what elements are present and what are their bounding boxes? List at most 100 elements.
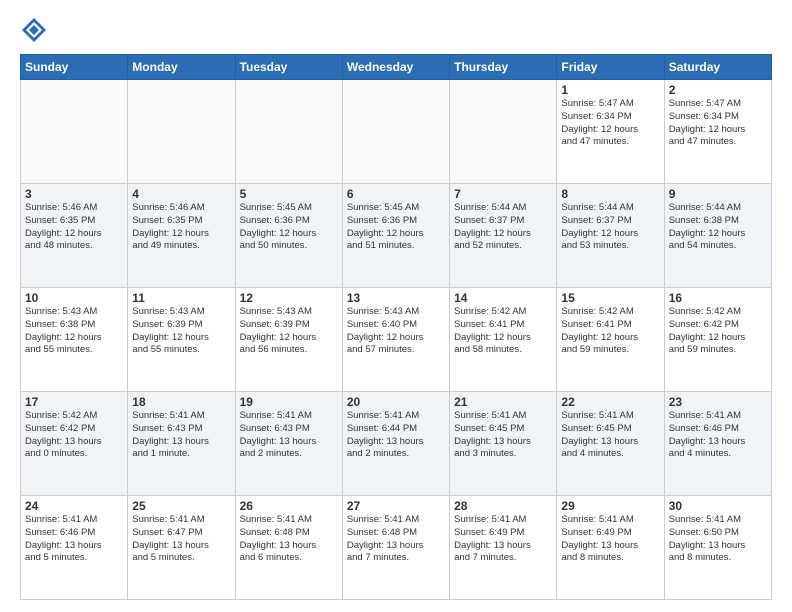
day-info: Sunrise: 5:43 AMSunset: 6:39 PMDaylight:… [240,306,338,357]
day-cell: 1Sunrise: 5:47 AMSunset: 6:34 PMDaylight… [557,80,664,184]
day-cell [342,80,449,184]
day-info: Sunrise: 5:41 AMSunset: 6:49 PMDaylight:… [561,514,659,565]
day-number: 27 [347,499,445,513]
weekday-header-saturday: Saturday [664,55,771,80]
day-cell: 16Sunrise: 5:42 AMSunset: 6:42 PMDayligh… [664,288,771,392]
day-info: Sunrise: 5:41 AMSunset: 6:47 PMDaylight:… [132,514,230,565]
day-number: 22 [561,395,659,409]
weekday-header-tuesday: Tuesday [235,55,342,80]
day-number: 13 [347,291,445,305]
day-cell: 22Sunrise: 5:41 AMSunset: 6:45 PMDayligh… [557,392,664,496]
day-cell: 5Sunrise: 5:45 AMSunset: 6:36 PMDaylight… [235,184,342,288]
day-info: Sunrise: 5:41 AMSunset: 6:45 PMDaylight:… [454,410,552,461]
day-cell: 3Sunrise: 5:46 AMSunset: 6:35 PMDaylight… [21,184,128,288]
day-number: 28 [454,499,552,513]
day-cell: 8Sunrise: 5:44 AMSunset: 6:37 PMDaylight… [557,184,664,288]
day-info: Sunrise: 5:46 AMSunset: 6:35 PMDaylight:… [132,202,230,253]
weekday-header-row: SundayMondayTuesdayWednesdayThursdayFrid… [21,55,772,80]
calendar-table: SundayMondayTuesdayWednesdayThursdayFrid… [20,54,772,600]
day-info: Sunrise: 5:41 AMSunset: 6:46 PMDaylight:… [669,410,767,461]
week-row-3: 10Sunrise: 5:43 AMSunset: 6:38 PMDayligh… [21,288,772,392]
day-number: 14 [454,291,552,305]
day-number: 29 [561,499,659,513]
weekday-header-thursday: Thursday [450,55,557,80]
day-info: Sunrise: 5:42 AMSunset: 6:42 PMDaylight:… [669,306,767,357]
day-info: Sunrise: 5:41 AMSunset: 6:50 PMDaylight:… [669,514,767,565]
day-cell: 10Sunrise: 5:43 AMSunset: 6:38 PMDayligh… [21,288,128,392]
weekday-header-friday: Friday [557,55,664,80]
day-info: Sunrise: 5:41 AMSunset: 6:44 PMDaylight:… [347,410,445,461]
day-cell: 30Sunrise: 5:41 AMSunset: 6:50 PMDayligh… [664,496,771,600]
day-cell: 23Sunrise: 5:41 AMSunset: 6:46 PMDayligh… [664,392,771,496]
header [20,16,772,44]
day-info: Sunrise: 5:41 AMSunset: 6:48 PMDaylight:… [347,514,445,565]
day-number: 6 [347,187,445,201]
day-cell: 15Sunrise: 5:42 AMSunset: 6:41 PMDayligh… [557,288,664,392]
day-info: Sunrise: 5:47 AMSunset: 6:34 PMDaylight:… [669,98,767,149]
day-info: Sunrise: 5:42 AMSunset: 6:41 PMDaylight:… [561,306,659,357]
day-number: 9 [669,187,767,201]
day-info: Sunrise: 5:47 AMSunset: 6:34 PMDaylight:… [561,98,659,149]
day-number: 7 [454,187,552,201]
day-number: 25 [132,499,230,513]
logo-icon [20,16,48,44]
day-cell: 26Sunrise: 5:41 AMSunset: 6:48 PMDayligh… [235,496,342,600]
day-cell: 28Sunrise: 5:41 AMSunset: 6:49 PMDayligh… [450,496,557,600]
day-cell: 6Sunrise: 5:45 AMSunset: 6:36 PMDaylight… [342,184,449,288]
day-number: 21 [454,395,552,409]
day-number: 4 [132,187,230,201]
day-info: Sunrise: 5:41 AMSunset: 6:43 PMDaylight:… [132,410,230,461]
day-info: Sunrise: 5:41 AMSunset: 6:43 PMDaylight:… [240,410,338,461]
day-cell [21,80,128,184]
week-row-1: 1Sunrise: 5:47 AMSunset: 6:34 PMDaylight… [21,80,772,184]
day-info: Sunrise: 5:41 AMSunset: 6:46 PMDaylight:… [25,514,123,565]
day-number: 19 [240,395,338,409]
day-number: 10 [25,291,123,305]
day-info: Sunrise: 5:43 AMSunset: 6:38 PMDaylight:… [25,306,123,357]
day-info: Sunrise: 5:41 AMSunset: 6:48 PMDaylight:… [240,514,338,565]
week-row-5: 24Sunrise: 5:41 AMSunset: 6:46 PMDayligh… [21,496,772,600]
day-cell: 11Sunrise: 5:43 AMSunset: 6:39 PMDayligh… [128,288,235,392]
day-number: 12 [240,291,338,305]
day-cell: 4Sunrise: 5:46 AMSunset: 6:35 PMDaylight… [128,184,235,288]
day-number: 24 [25,499,123,513]
day-cell: 7Sunrise: 5:44 AMSunset: 6:37 PMDaylight… [450,184,557,288]
day-number: 26 [240,499,338,513]
weekday-header-sunday: Sunday [21,55,128,80]
day-info: Sunrise: 5:44 AMSunset: 6:37 PMDaylight:… [454,202,552,253]
day-info: Sunrise: 5:44 AMSunset: 6:37 PMDaylight:… [561,202,659,253]
day-number: 16 [669,291,767,305]
day-cell: 12Sunrise: 5:43 AMSunset: 6:39 PMDayligh… [235,288,342,392]
day-number: 18 [132,395,230,409]
day-cell: 13Sunrise: 5:43 AMSunset: 6:40 PMDayligh… [342,288,449,392]
logo [20,16,52,44]
day-cell: 17Sunrise: 5:42 AMSunset: 6:42 PMDayligh… [21,392,128,496]
day-info: Sunrise: 5:45 AMSunset: 6:36 PMDaylight:… [347,202,445,253]
day-number: 8 [561,187,659,201]
day-info: Sunrise: 5:42 AMSunset: 6:42 PMDaylight:… [25,410,123,461]
day-cell: 14Sunrise: 5:42 AMSunset: 6:41 PMDayligh… [450,288,557,392]
day-cell: 29Sunrise: 5:41 AMSunset: 6:49 PMDayligh… [557,496,664,600]
week-row-4: 17Sunrise: 5:42 AMSunset: 6:42 PMDayligh… [21,392,772,496]
weekday-header-wednesday: Wednesday [342,55,449,80]
day-info: Sunrise: 5:41 AMSunset: 6:49 PMDaylight:… [454,514,552,565]
day-number: 3 [25,187,123,201]
day-cell: 18Sunrise: 5:41 AMSunset: 6:43 PMDayligh… [128,392,235,496]
day-number: 20 [347,395,445,409]
day-cell: 2Sunrise: 5:47 AMSunset: 6:34 PMDaylight… [664,80,771,184]
day-cell: 27Sunrise: 5:41 AMSunset: 6:48 PMDayligh… [342,496,449,600]
day-number: 15 [561,291,659,305]
day-cell: 25Sunrise: 5:41 AMSunset: 6:47 PMDayligh… [128,496,235,600]
day-cell: 20Sunrise: 5:41 AMSunset: 6:44 PMDayligh… [342,392,449,496]
day-number: 17 [25,395,123,409]
day-number: 5 [240,187,338,201]
day-info: Sunrise: 5:43 AMSunset: 6:40 PMDaylight:… [347,306,445,357]
day-number: 2 [669,83,767,97]
day-info: Sunrise: 5:43 AMSunset: 6:39 PMDaylight:… [132,306,230,357]
weekday-header-monday: Monday [128,55,235,80]
day-number: 11 [132,291,230,305]
page: SundayMondayTuesdayWednesdayThursdayFrid… [0,0,792,612]
week-row-2: 3Sunrise: 5:46 AMSunset: 6:35 PMDaylight… [21,184,772,288]
day-number: 1 [561,83,659,97]
day-info: Sunrise: 5:46 AMSunset: 6:35 PMDaylight:… [25,202,123,253]
